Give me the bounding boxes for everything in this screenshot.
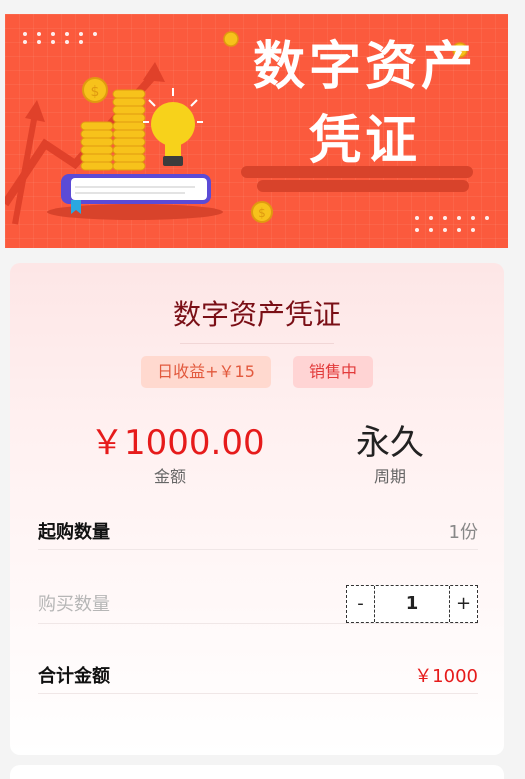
buy-quantity-label: 购买数量	[38, 594, 110, 615]
period-value: 永久	[356, 423, 424, 463]
total-amount-value: ￥1000	[414, 666, 478, 687]
next-card	[10, 765, 504, 779]
banner-title: 数字资产 凭证	[240, 30, 490, 178]
quantity-stepper[interactable]: - 1 +	[346, 585, 478, 623]
dot-pattern-top-left	[23, 32, 97, 44]
amount-value: ￥1000.00	[90, 423, 265, 463]
product-card: 数字资产凭证 日收益+￥15 销售中 ￥1000.00 永久 金额 周期 起购数…	[10, 263, 504, 755]
product-title: 数字资产凭证	[172, 298, 341, 331]
decrement-button[interactable]: -	[347, 586, 375, 622]
row-divider	[38, 623, 478, 624]
min-quantity-value: 1份	[448, 522, 478, 543]
total-amount-label: 合计金额	[38, 666, 110, 687]
row-divider	[38, 693, 478, 694]
svg-text:$: $	[91, 84, 100, 100]
min-quantity-label: 起购数量	[38, 522, 110, 543]
row-divider	[38, 549, 478, 550]
banner-title-line1: 数字资产	[252, 37, 477, 97]
daily-income-tag: 日收益+￥15	[141, 356, 271, 388]
period-label: 周期	[373, 467, 406, 486]
amount-label: 金额	[153, 467, 186, 486]
total-amount-row: 合计金额 ￥1000	[38, 657, 478, 697]
dot-pattern-bottom-right	[415, 216, 489, 232]
status-badge: 销售中	[293, 356, 373, 388]
increment-button[interactable]: +	[449, 586, 477, 622]
min-quantity-row: 起购数量 1份	[38, 513, 478, 553]
hero-banner: $ $ 数字资产 凭证	[5, 14, 508, 248]
lightbulb-icon	[143, 88, 203, 166]
banner-title-line2: 凭证	[308, 111, 421, 171]
coin-stack-icon: $	[80, 77, 146, 171]
buy-quantity-row: 购买数量 - 1 +	[38, 585, 478, 625]
quantity-input[interactable]: 1	[375, 586, 449, 622]
title-divider	[180, 343, 334, 344]
svg-text:$: $	[258, 206, 266, 220]
